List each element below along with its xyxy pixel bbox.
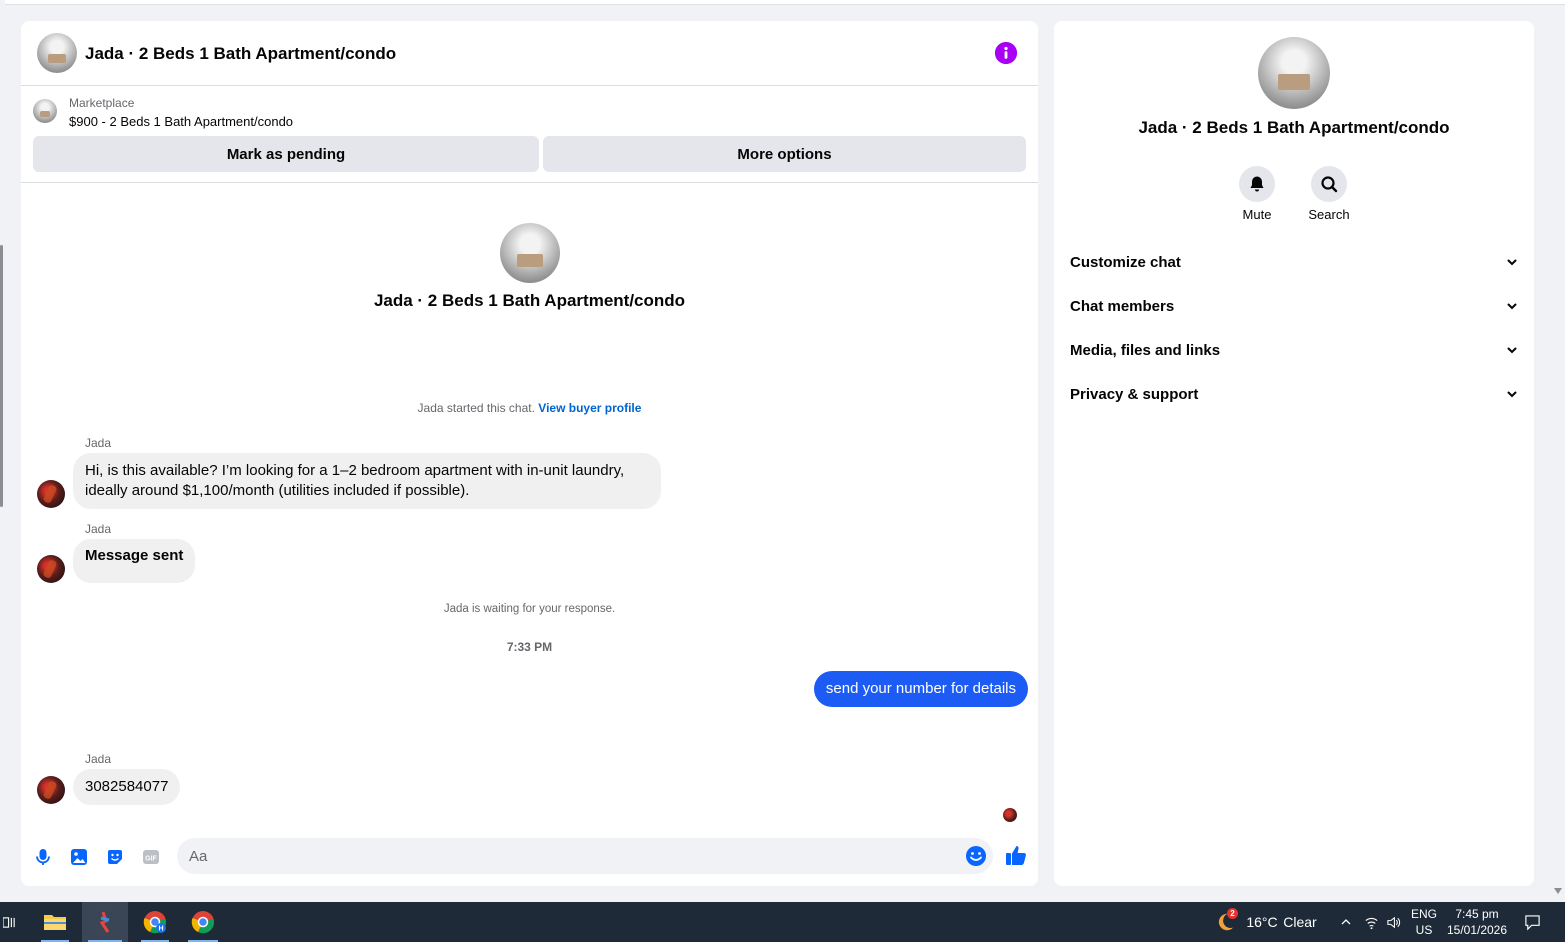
- incoming-message[interactable]: Hi, is this available? I’m looking for a…: [73, 453, 661, 509]
- language-bottom: US: [1415, 923, 1433, 937]
- marketplace-item-thumbnail[interactable]: [33, 99, 57, 123]
- clock-time: 7:45 pm: [1455, 907, 1499, 921]
- incoming-message[interactable]: 3082584077: [73, 769, 181, 805]
- notification-icon[interactable]: [1518, 902, 1546, 942]
- listing-avatar[interactable]: [37, 33, 77, 73]
- sticker-icon[interactable]: [103, 845, 127, 869]
- mute-label: Mute: [1242, 207, 1272, 222]
- clock[interactable]: 7:45 pm 15/01/2026: [1444, 902, 1510, 942]
- chevron-down-icon: [1507, 259, 1517, 266]
- customize-chat-section[interactable]: Customize chat: [1062, 242, 1526, 282]
- sender-avatar[interactable]: [37, 555, 65, 583]
- sender-name: Jada: [85, 436, 112, 450]
- section-label: Media, files and links: [1070, 341, 1221, 359]
- language-top: ENG: [1410, 907, 1437, 921]
- section-label: Privacy & support: [1070, 385, 1199, 403]
- seen-indicator-avatar: [1003, 808, 1017, 822]
- chat-panel: Jada · 2 Beds 1 Bath Apartment/condo Mar…: [21, 21, 1038, 886]
- image-icon[interactable]: [67, 845, 91, 869]
- weather-temp[interactable]: 16°C: [1244, 902, 1280, 942]
- section-label: Chat members: [1070, 297, 1175, 315]
- incoming-message[interactable]: Message sent: [73, 539, 196, 583]
- outgoing-message[interactable]: send your number for details: [813, 671, 1028, 707]
- chevron-down-icon: [1507, 347, 1517, 354]
- search-label: Search: [1308, 207, 1350, 222]
- mark-as-pending-button[interactable]: Mark as pending: [33, 136, 539, 172]
- info-title: Jada · 2 Beds 1 Bath Apartment/condo: [1138, 118, 1450, 137]
- like-icon[interactable]: [1004, 843, 1028, 867]
- chrome-icon[interactable]: [182, 902, 224, 942]
- sender-name: Jada: [85, 752, 112, 766]
- chat-members-section[interactable]: Chat members: [1062, 286, 1526, 326]
- message-timestamp: 7:33 PM: [506, 640, 553, 654]
- microphone-icon[interactable]: [31, 845, 55, 869]
- waiting-notice: Jada is waiting for your response.: [443, 603, 616, 615]
- gif-label: GIF: [145, 856, 157, 863]
- section-label: Customize chat: [1070, 253, 1181, 271]
- wifi-icon[interactable]: [1361, 902, 1381, 942]
- weather-desc[interactable]: Clear: [1282, 902, 1318, 942]
- windows-taskbar: H 16°C Clear ENG US 7:45 pm 15/01/2026: [0, 902, 1565, 942]
- task-view-icon[interactable]: [0, 902, 18, 942]
- chat-started-text: Jada started this chat.: [417, 401, 535, 415]
- chat-header: Jada · 2 Beds 1 Bath Apartment/condo: [21, 21, 1038, 86]
- chrome-profile-badge: H: [158, 926, 163, 933]
- info-icon[interactable]: [995, 42, 1017, 64]
- chat-started-notice: Jada started this chat. View buyer profi…: [21, 401, 1038, 415]
- info-avatar[interactable]: [1258, 37, 1330, 109]
- marketplace-bar: Marketplace $900 - 2 Beds 1 Bath Apartme…: [21, 87, 1038, 183]
- pinned-app-icon[interactable]: [82, 902, 128, 942]
- sender-avatar[interactable]: [37, 480, 65, 508]
- file-explorer-icon[interactable]: [35, 902, 75, 942]
- sender-name: Jada: [85, 522, 112, 536]
- weather-badge: 2: [1227, 908, 1238, 919]
- bell-icon: [1250, 176, 1264, 192]
- chat-title[interactable]: Jada · 2 Beds 1 Bath Apartment/condo: [85, 44, 396, 64]
- top-strip: [0, 0, 1565, 5]
- marketplace-item-title[interactable]: $900 - 2 Beds 1 Bath Apartment/condo: [69, 114, 293, 129]
- search-button[interactable]: [1311, 166, 1347, 202]
- media-files-links-section[interactable]: Media, files and links: [1062, 330, 1526, 370]
- gif-icon[interactable]: GIF: [139, 845, 163, 869]
- conversation-title: Jada · 2 Beds 1 Bath Apartment/condo: [373, 291, 686, 310]
- clock-date: 15/01/2026: [1446, 923, 1508, 937]
- language-indicator[interactable]: ENG US: [1406, 902, 1442, 942]
- scroll-down-arrow-icon[interactable]: [1553, 887, 1563, 895]
- chat-info-panel: Jada · 2 Beds 1 Bath Apartment/condo Mut…: [1054, 21, 1534, 886]
- chrome-profile-icon[interactable]: H: [135, 902, 175, 942]
- mute-button[interactable]: [1239, 166, 1275, 202]
- chevron-down-icon: [1507, 391, 1517, 398]
- search-icon: [1321, 176, 1338, 193]
- more-options-button[interactable]: More options: [543, 136, 1026, 172]
- chevron-down-icon: [1507, 303, 1517, 310]
- emoji-icon[interactable]: [965, 845, 987, 867]
- marketplace-label: Marketplace: [69, 96, 135, 110]
- privacy-support-section[interactable]: Privacy & support: [1062, 374, 1526, 414]
- sender-avatar[interactable]: [37, 776, 65, 804]
- chevron-up-icon[interactable]: [1336, 902, 1356, 942]
- conversation-avatar[interactable]: [500, 223, 560, 283]
- view-buyer-profile-link[interactable]: View buyer profile: [538, 401, 641, 415]
- scrollbar-thumb[interactable]: [0, 245, 3, 507]
- message-input[interactable]: [177, 838, 993, 874]
- volume-icon[interactable]: [1383, 902, 1403, 942]
